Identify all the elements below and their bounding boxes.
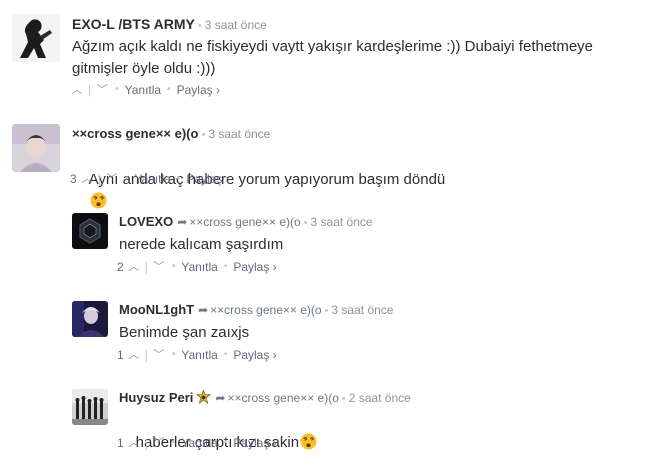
avatar[interactable] [72,213,108,249]
reply-arrow-icon: ➦ [215,391,226,405]
reply-to-name[interactable]: ××cross gene×× e)(o [189,215,300,229]
comment-actions: ︿ | ﹀ • Yanıtla • Paylaş › [70,82,220,98]
reply-button[interactable]: Yanıtla [134,171,170,187]
separator-dot: • [201,129,206,141]
timestamp[interactable]: 3 saat önce [311,215,373,229]
comment-actions: 1 ︿ | ﹀ • Yanıtla • Paylaş › [117,435,277,451]
comment-actions: 1 ︿ | ﹀ • Yanıtla • Paylaş › [117,347,277,363]
downvote-icon[interactable]: ﹀ [152,347,166,363]
author-name[interactable]: LOVEXO [119,214,173,229]
vote-divider: | [88,83,92,97]
separator-dot: • [171,349,176,360]
author-name[interactable]: ××cross gene×× e)(o [72,126,198,141]
separator-dot: • [303,217,308,229]
separator-dot: • [171,261,176,272]
comment-text: nerede kalıcam şaşırdım [119,236,284,253]
author-name[interactable]: Huysuz Peri [119,390,193,405]
comment-header: LOVEXO ➦ ××cross gene×× e)(o • 3 saat önce [119,214,373,231]
author-name[interactable]: MooNL1ghT [119,302,194,317]
share-button[interactable]: Paylaş › [233,347,276,363]
avatar[interactable] [72,389,108,425]
upvote-count: 3 [70,172,77,186]
upvote-count: 1 [117,348,124,362]
downvote-icon[interactable]: ﹀ [95,82,109,98]
upvote-icon[interactable]: ︿ [80,171,94,187]
reply-button[interactable]: Yanıtla [181,435,217,451]
reply-button[interactable]: Yanıtla [181,259,217,275]
avatar[interactable] [12,14,60,62]
upvote-icon[interactable]: ︿ [127,347,141,363]
comment-actions: 3 ︿ | ﹀ • Yanıtla • Paylaş › [70,171,230,187]
dizzy-face-emoji [300,433,317,450]
comment-actions: 2 ︿ | ﹀ • Yanıtla • Paylaş › [117,259,277,275]
share-button[interactable]: Paylaş › [177,82,220,98]
share-button[interactable]: Paylaş › [233,259,276,275]
timestamp[interactable]: 3 saat önce [331,303,393,317]
separator-dot: • [341,393,346,405]
comment-text: Benimde şan zaıxjs [119,324,250,341]
share-button[interactable]: Paylaş › [186,171,229,187]
sparkle-badge-icon [196,390,212,405]
dizzy-face-emoji [90,192,107,209]
upvote-icon[interactable]: ︿ [127,259,141,275]
comment-header: Huysuz Peri ➦ ××cross gene×× e)(o • 2 saat ö… [119,390,411,407]
reply-to-name[interactable]: ××cross gene×× e)(o [227,391,338,405]
reply-to-name[interactable]: ××cross gene×× e)(o [210,303,321,317]
downvote-icon[interactable]: ﹀ [152,435,166,451]
upvote-icon[interactable]: ︿ [70,82,84,98]
comment-header: EXO-L /BTS ARMY • 3 saat önce [72,16,267,34]
upvote-count: 2 [117,260,124,274]
vote-divider: | [144,436,148,450]
downvote-icon[interactable]: ﹀ [152,259,166,275]
separator-dot: • [115,84,119,95]
separator-dot: • [167,84,171,95]
vote-divider: | [97,172,101,186]
vote-divider: | [144,348,148,362]
separator-dot: • [197,20,202,32]
avatar[interactable] [12,124,60,172]
comment-text: Ağzım açık kaldı ne fiskiyeydi vaytt yak… [72,38,598,77]
author-name[interactable]: EXO-L /BTS ARMY [72,16,195,32]
timestamp[interactable]: 3 saat önce [208,127,270,141]
separator-dot: • [176,173,181,184]
reply-button[interactable]: Yanıtla [181,347,217,363]
downvote-icon[interactable]: ﹀ [105,171,119,187]
timestamp[interactable]: 3 saat önce [205,18,267,32]
timestamp[interactable]: 2 saat önce [349,391,411,405]
separator-dot: • [171,437,176,448]
separator-dot: • [223,349,228,360]
share-button[interactable]: Paylaş › [233,435,276,451]
separator-dot: • [124,173,129,184]
separator-dot: • [223,261,228,272]
vote-divider: | [144,260,148,274]
avatar[interactable] [72,301,108,337]
separator-dot: • [324,305,329,317]
reply-arrow-icon: ➦ [198,303,209,317]
comment-header: MooNL1ghT ➦ ××cross gene×× e)(o • 3 saat önc… [119,302,393,319]
reply-button[interactable]: Yanıtla [125,82,161,98]
reply-arrow-icon: ➦ [177,215,188,229]
upvote-icon[interactable]: ︿ [127,435,141,451]
separator-dot: • [223,437,228,448]
comment-header: ××cross gene×× e)(o • 3 saat önce [72,126,270,143]
upvote-count: 1 [117,436,124,450]
